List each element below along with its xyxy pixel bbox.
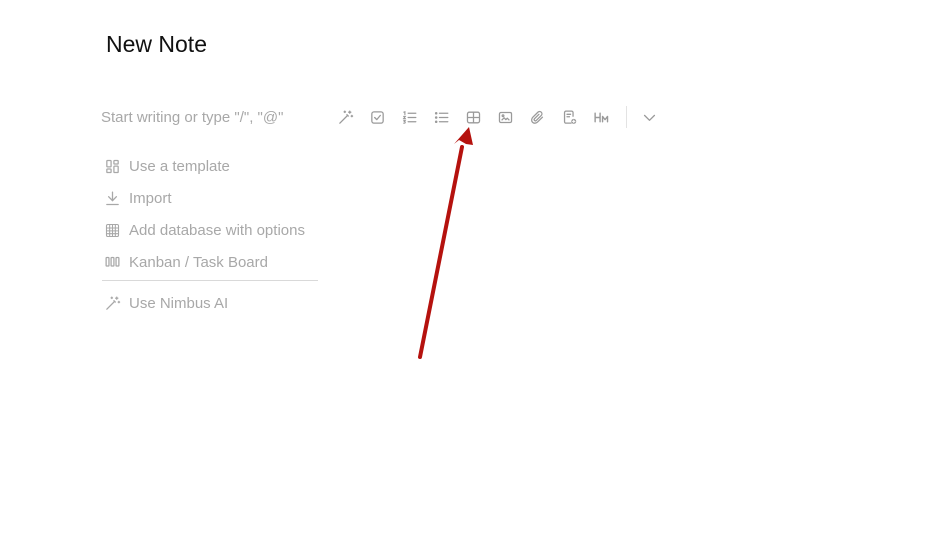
database-icon [102, 220, 122, 240]
toolbar-divider [626, 106, 627, 128]
image-button[interactable] [489, 104, 521, 130]
menu-item-import[interactable]: Import [102, 182, 318, 214]
numbered-list-button[interactable] [393, 104, 425, 130]
ai-magic-wand-icon [337, 109, 354, 126]
ai-magic-wand-button[interactable] [329, 104, 361, 130]
checkbox-icon [369, 109, 386, 126]
attachment-icon [529, 109, 546, 126]
menu-item-add-database[interactable]: Add database with options [102, 214, 318, 246]
kanban-icon [102, 252, 122, 272]
heading-button[interactable] [585, 104, 617, 130]
menu-item-kanban[interactable]: Kanban / Task Board [102, 246, 318, 278]
arrow-shaft [418, 145, 464, 359]
table-button[interactable] [457, 104, 489, 130]
menu-item-label: Add database with options [129, 221, 305, 239]
bulleted-list-icon [433, 109, 450, 126]
quick-actions-menu: Use a template Import Add database with … [102, 150, 318, 319]
menu-item-use-template[interactable]: Use a template [102, 150, 318, 182]
heading-icon [593, 109, 610, 126]
editor-toolbar [329, 104, 665, 130]
attachment-button[interactable] [521, 104, 553, 130]
chevron-down-icon [641, 109, 658, 126]
menu-divider [102, 280, 318, 281]
embed-document-icon [561, 109, 578, 126]
note-title[interactable]: New Note [106, 30, 207, 58]
checkbox-button[interactable] [361, 104, 393, 130]
embed-document-button[interactable] [553, 104, 585, 130]
import-icon [102, 188, 122, 208]
toolbar-expand-button[interactable] [633, 104, 665, 130]
numbered-list-icon [401, 109, 418, 126]
menu-item-label: Kanban / Task Board [129, 253, 268, 271]
bulleted-list-button[interactable] [425, 104, 457, 130]
template-icon [102, 156, 122, 176]
menu-item-label: Use a template [129, 157, 230, 175]
ai-magic-wand-icon [102, 293, 122, 313]
menu-item-use-nimbus-ai[interactable]: Use Nimbus AI [102, 287, 318, 319]
menu-item-label: Use Nimbus AI [129, 294, 229, 312]
menu-item-label: Import [129, 189, 172, 207]
editor-placeholder[interactable]: Start writing or type "/", "@" [101, 108, 283, 128]
image-icon [497, 109, 514, 126]
table-icon [465, 109, 482, 126]
